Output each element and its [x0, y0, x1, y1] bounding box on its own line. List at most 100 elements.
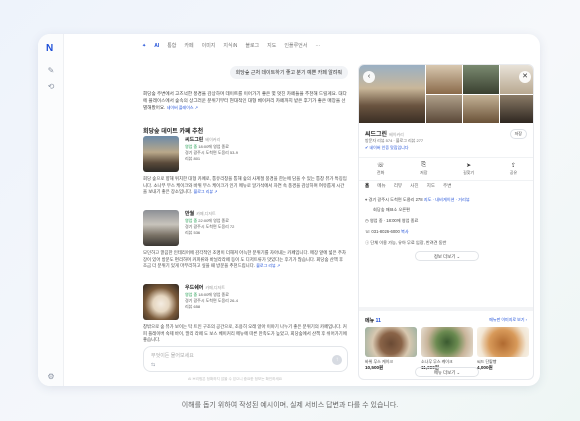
info-icon: ⓘ — [365, 240, 370, 245]
verified-badge: ✔ 네이버 인증 맛집입니다 — [365, 145, 409, 150]
section-divider — [359, 307, 533, 311]
tab-blog[interactable]: 블로그 — [245, 42, 259, 49]
panel-tab-nearby[interactable]: 주변 — [443, 183, 451, 189]
directions-icon: ➤ — [466, 163, 472, 169]
chat-input-placeholder[interactable]: 무엇이든 물어보세요 — [151, 352, 194, 359]
place-detail-panel: ‹ ✕ 씨드그린 베이커리 저장 방문자 리뷰 574 · 블로그 리뷰 277 … — [358, 64, 534, 380]
save-button[interactable]: 저장 — [509, 129, 527, 139]
detail-phone: ☏ 031-8026-6000 복사 — [365, 229, 409, 234]
photo-gallery[interactable]: ‹ ✕ — [359, 65, 533, 123]
tab-integrated[interactable]: 통합 — [167, 42, 176, 49]
menu-count: 11 — [375, 318, 381, 324]
app-window: N ✎ ⟲ ⚙ ✦ AI 통합 카페 이미지 지식iN 블로그 지도 인플루언서… — [38, 34, 540, 386]
place-thumbnail[interactable] — [143, 210, 179, 246]
options-icon[interactable]: ⇆ — [151, 362, 155, 368]
gallery-photo[interactable] — [500, 95, 533, 123]
place-reviews: 리뷰 658 — [185, 304, 201, 309]
detail-directions: 회당숲 매표소 오른편 — [373, 207, 411, 212]
menu-item-price: 4,000원 — [477, 365, 493, 370]
disclaimer-caption: 이해를 돕기 위하여 작성된 예시이며, 실제 서비스 답변과 다를 수 있습니… — [181, 402, 399, 409]
settings-icon[interactable]: ⚙ — [46, 372, 56, 382]
place-description: 회당 숲으로 향해 위치한 대형 카페로, 통유리창을 통해 숲의 사계절 풍경… — [143, 176, 347, 195]
source-link[interactable]: 네이버 플레이스 ↗ — [167, 105, 198, 110]
panel-tab-menu[interactable]: 메뉴 — [377, 183, 385, 189]
place-name[interactable]: 만월 카페,디저트 — [185, 210, 216, 217]
back-icon[interactable]: ‹ — [363, 71, 375, 83]
user-message: 회당숲 근처 데이트하기 좋고 분기 예쁜 카페 알려줘 — [229, 66, 348, 79]
place-category: 카페,디저트 — [196, 211, 216, 216]
detail-address: ⌖ 경기 광주시 도척면 도웅리 278 지도 · 내비게이션 · 거리뷰 — [365, 197, 470, 202]
chat-input[interactable]: 무엇이든 물어보세요 ⇆ ↑ — [143, 346, 348, 372]
menu-item[interactable]: 바위 무스 케이크 10,500원 — [365, 327, 417, 371]
ai-intro: 회당숲 주변에서 고즈넉한 풍경을 감상하며 데이트를 이어가기 좋은 몇 멋진… — [143, 90, 348, 111]
place-name[interactable]: 우드쉐어 카페,디저트 — [185, 284, 225, 291]
tab-map[interactable]: 지도 — [267, 42, 276, 49]
location-icon: ⌖ — [365, 197, 368, 202]
close-icon[interactable]: ✕ — [519, 71, 531, 83]
panel-tab-home[interactable]: 홈 — [365, 183, 369, 189]
place-reviews: 리뷰 801 — [185, 156, 201, 161]
panel-place-name: 씨드그린 베이커리 — [365, 132, 404, 138]
panel-place-category: 베이커리 — [389, 132, 404, 137]
place-description: 창밖으로 숲 뷰가 보이는 탁 트인 구조의 공간으로, 조용히 오래 앉아 이… — [143, 324, 347, 343]
share-icon: ⇪ — [510, 163, 516, 169]
history-icon[interactable]: ⟲ — [46, 82, 56, 92]
menu-section-title: 메뉴 11 — [365, 318, 381, 324]
search-tabs: ✦ AI 통합 카페 이미지 지식iN 블로그 지도 인플루언서 ··· — [142, 42, 320, 50]
new-chat-icon[interactable]: ✎ — [46, 66, 56, 76]
menu-item-photo[interactable] — [421, 327, 473, 357]
tab-cafe[interactable]: 카페 — [184, 42, 193, 49]
map-links[interactable]: 지도 · 내비게이션 · 거리뷰 — [424, 197, 470, 202]
source-link[interactable]: 블로그 리뷰 ↗ — [256, 263, 280, 268]
panel-tab-photo[interactable]: 사진 — [410, 183, 418, 189]
menu-item[interactable]: 씨드 단팥빵 4,000원 — [477, 327, 529, 371]
phone-icon: ☏ — [376, 163, 385, 169]
more-menu-button[interactable]: 메뉴 더보기 ⌄ — [415, 367, 479, 377]
place-description: 모던하고 깔끔한 인테리어에 감각적인 조명이 더해져 아늑한 분위기를 자아내… — [143, 250, 346, 269]
menu-item-price: 10,500원 — [365, 365, 384, 370]
share-button[interactable]: ⇪ 공유 — [510, 162, 517, 176]
directions-button[interactable]: ➤ 길찾기 — [463, 162, 474, 176]
place-name[interactable]: 씨드그린 베이커리 — [185, 136, 220, 143]
bookmark-icon: ⎘ — [421, 162, 427, 168]
phone-icon: ☏ — [365, 229, 371, 234]
place-reviews: 리뷰 536 — [185, 230, 201, 235]
gallery-photo[interactable] — [426, 65, 462, 94]
clock-icon: ◷ — [365, 218, 369, 223]
panel-tabs: 홈 메뉴 리뷰 사진 지도 주변 — [365, 183, 452, 189]
panel-tab-map[interactable]: 지도 — [427, 183, 435, 189]
ai-star-icon: ✦ — [142, 42, 147, 49]
bookmark-button[interactable]: ⎘ 저장 — [420, 162, 427, 176]
more-tabs-button[interactable]: ··· — [315, 43, 320, 49]
side-rail: N ✎ ⟲ ⚙ — [38, 34, 64, 386]
tab-kin[interactable]: 지식iN — [223, 42, 237, 49]
place-thumbnail[interactable] — [143, 136, 179, 172]
tab-image[interactable]: 이미지 — [202, 42, 216, 49]
copy-phone-button[interactable]: 복사 — [401, 229, 409, 234]
panel-review-counts[interactable]: 방문자 리뷰 574 · 블로그 리뷰 277 — [365, 138, 423, 144]
section-title: 회당숲 데이트 카페 추천 — [143, 129, 204, 135]
place-thumbnail[interactable] — [143, 284, 179, 320]
tab-ai[interactable]: AI — [154, 43, 159, 49]
menu-item[interactable]: 소나무 무스 케이크 11,000원 — [421, 327, 473, 371]
call-button[interactable]: ☏ 전화 — [377, 162, 385, 176]
naver-logo[interactable]: N — [46, 43, 53, 54]
place-category: 카페,디저트 — [205, 285, 225, 290]
send-button[interactable]: ↑ — [332, 355, 342, 365]
panel-tab-review[interactable]: 리뷰 — [394, 183, 402, 189]
more-info-button[interactable]: 정보 더보기 ⌄ — [415, 251, 479, 261]
gallery-photo[interactable] — [463, 65, 499, 94]
place-category: 베이커리 — [205, 137, 221, 142]
tab-influencer[interactable]: 인플루언서 — [284, 42, 307, 49]
detail-amenities: ⓘ 단체 이용 가능, 유아 무료 입장, 반려견 동반 — [365, 240, 447, 245]
detail-hours: ◷ 영업 중 · 18:00에 영업 종료 — [365, 218, 419, 223]
menu-item-photo[interactable] — [365, 327, 417, 357]
gallery-photo[interactable] — [426, 95, 462, 123]
source-link[interactable]: 블로그 리뷰 ↗ — [194, 189, 218, 194]
menu-item-photo[interactable] — [477, 327, 529, 357]
chat-area: 회당숲 근처 데이트하기 좋고 분기 예쁜 카페 알려줘 회당숲 주변에서 고즈… — [143, 62, 348, 362]
gallery-photo[interactable] — [463, 95, 499, 123]
menu-image-link[interactable]: 메뉴판 이미지로 보기 › — [489, 317, 527, 323]
action-bar: ☏ 전화 ⎘ 저장 ➤ 길찾기 ⇪ 공유 — [359, 157, 533, 181]
check-icon: ✔ — [365, 145, 369, 150]
